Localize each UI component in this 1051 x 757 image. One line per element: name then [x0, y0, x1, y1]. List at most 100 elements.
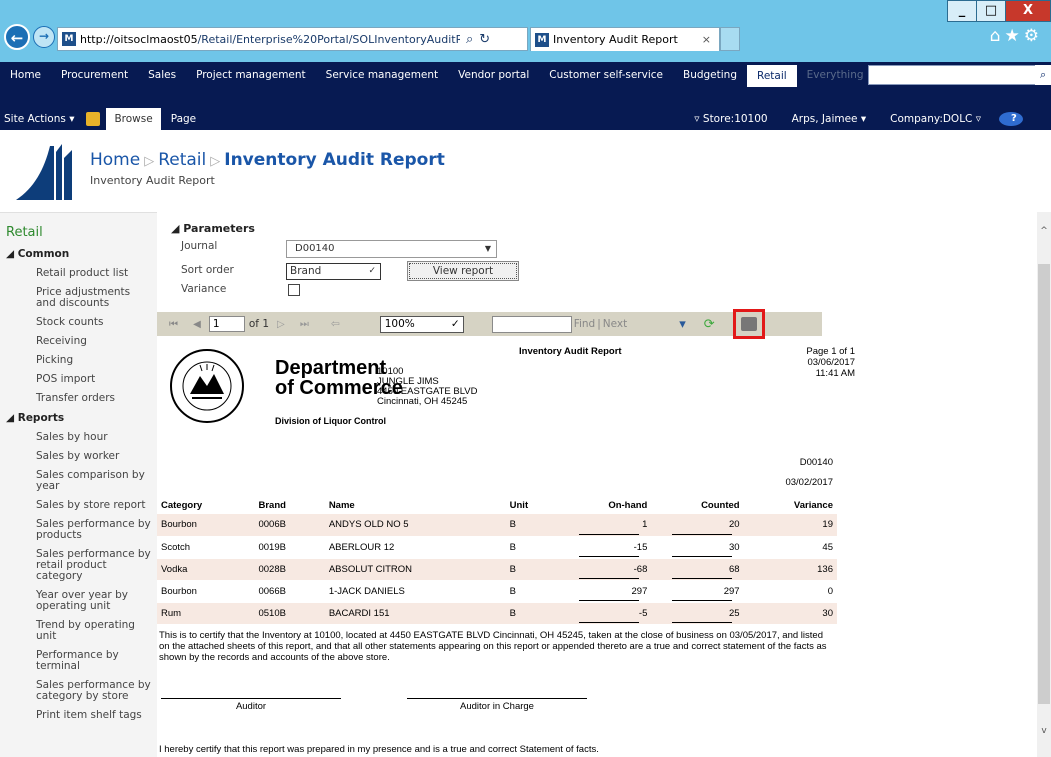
- table-body: Bourbon 0006B ANDYS OLD NO 5 B 1 20 19 Scotch 00…: [157, 514, 837, 625]
- browser-toolbar-icons[interactable]: ⌂★⚙: [990, 26, 1043, 46]
- nav-item-sales[interactable]: Sales: [138, 69, 186, 81]
- company-selector[interactable]: Company:DOLC ▿: [878, 113, 993, 125]
- variance-checkbox[interactable]: [288, 284, 300, 296]
- back-button[interactable]: ←: [4, 24, 30, 50]
- nav-item-vendor-portal[interactable]: Vendor portal: [448, 69, 539, 81]
- refresh-icon[interactable]: ⟳: [704, 317, 715, 332]
- zoom-select[interactable]: 100% ✓: [379, 315, 464, 333]
- tab-browse[interactable]: Browse: [106, 108, 161, 130]
- favorites-icon[interactable]: ★: [1005, 26, 1024, 46]
- table-cell: 1-JACK DANIELS: [324, 580, 506, 603]
- breadcrumb-home[interactable]: Home: [90, 150, 140, 170]
- store-city: Cincinnati, OH 45245: [377, 396, 468, 407]
- table-cell: 297: [651, 580, 744, 603]
- first-prev-page-icon[interactable]: ⏮ ◀: [169, 319, 207, 330]
- sidebar-item[interactable]: Price adjustments and discounts: [0, 283, 157, 313]
- store-info: 10100 JUNGLE JIMS 4450 EASTGATE BLVD Cin…: [377, 367, 478, 407]
- store-selector[interactable]: ▿ Store:10100: [682, 113, 779, 125]
- back-to-parent-icon[interactable]: ⇦: [331, 318, 340, 330]
- table-cell: B: [505, 580, 559, 603]
- chevron-down-icon[interactable]: ✓: [368, 264, 376, 279]
- nav-item-customer-self-service[interactable]: Customer self-service: [539, 69, 673, 81]
- tab-page[interactable]: Page: [161, 113, 206, 125]
- page-of: Page 1 of 1: [806, 346, 855, 357]
- sort-order-select[interactable]: Brand ✓: [286, 263, 381, 280]
- print-icon[interactable]: [740, 317, 757, 331]
- next-last-page-icon[interactable]: ▷ ⏭: [277, 319, 315, 330]
- nav-item-budgeting[interactable]: Budgeting: [673, 69, 747, 81]
- scroll-down-icon[interactable]: v: [1038, 726, 1050, 736]
- nav-item-project-management[interactable]: Project management: [186, 69, 316, 81]
- print-highlight: [732, 309, 765, 339]
- sidebar-item[interactable]: Print item shelf tags: [0, 706, 157, 725]
- nav-item-service-management[interactable]: Service management: [316, 69, 448, 81]
- find-next-link[interactable]: Next: [603, 318, 627, 330]
- table-cell: B: [505, 558, 559, 581]
- scroll-up-icon[interactable]: ^: [1038, 226, 1050, 236]
- sidebar-item[interactable]: Transfer orders: [0, 389, 157, 408]
- sidebar-item[interactable]: Sales by store report: [0, 496, 157, 515]
- sidebar-item[interactable]: Performance by terminal: [0, 646, 157, 676]
- sidebar-item[interactable]: POS import: [0, 370, 157, 389]
- breadcrumb-retail[interactable]: Retail: [158, 150, 206, 170]
- journal-dropdown[interactable]: D00140 ▼: [286, 240, 497, 258]
- journal-id: D00140: [799, 457, 833, 468]
- sidebar-item[interactable]: Trend by operating unit: [0, 616, 157, 646]
- table-cell: 1: [558, 514, 652, 537]
- new-tab-button[interactable]: [720, 27, 740, 51]
- group-common[interactable]: ◢ Common: [0, 244, 157, 264]
- table-cell: 0019B: [254, 536, 325, 559]
- chevron-down-icon[interactable]: ▼: [480, 241, 496, 257]
- nav-item-retail[interactable]: Retail: [747, 65, 797, 87]
- site-search-input[interactable]: [867, 65, 1037, 85]
- help-icon[interactable]: ?: [999, 112, 1023, 126]
- vertical-scrollbar[interactable]: ^ v: [1037, 212, 1051, 757]
- export-icon[interactable]: ▾: [679, 317, 686, 332]
- home-icon[interactable]: ⌂: [990, 26, 1005, 46]
- sidebar-item[interactable]: Retail product list: [0, 264, 157, 283]
- sidebar-item[interactable]: Sales by hour: [0, 428, 157, 447]
- find-link[interactable]: Find: [574, 318, 596, 330]
- site-actions-menu[interactable]: Site Actions ▾: [0, 113, 80, 125]
- parameters-header[interactable]: ◢ Parameters: [171, 222, 255, 235]
- find-input[interactable]: [491, 315, 572, 333]
- sidebar-item[interactable]: Stock counts: [0, 313, 157, 332]
- page-number-input[interactable]: 1: [208, 316, 245, 332]
- nav-item-home[interactable]: Home: [0, 69, 51, 81]
- scrollbar-thumb[interactable]: [1038, 264, 1050, 704]
- address-refresh-icon[interactable]: ↻: [479, 32, 490, 47]
- close-window-button[interactable]: X: [1005, 0, 1051, 22]
- quick-launch-title[interactable]: Retail: [0, 213, 157, 244]
- sidebar-item[interactable]: Sales performance by retail product cate…: [0, 545, 157, 586]
- sidebar-item[interactable]: Picking: [0, 351, 157, 370]
- page-count: of 1: [248, 318, 270, 330]
- find-separator: |: [597, 318, 601, 330]
- browser-tab[interactable]: M Inventory Audit Report ×: [530, 27, 720, 51]
- address-bar[interactable]: M http://oitsoclmaost05/Retail/Enterpris…: [57, 27, 528, 51]
- group-reports[interactable]: ◢ Reports: [0, 408, 157, 428]
- maximize-button[interactable]: □: [976, 0, 1006, 22]
- audit-table: Category Brand Name Unit On-hand Counted Varia…: [157, 496, 837, 625]
- sort-order-label: Sort order: [181, 264, 234, 276]
- minimize-button[interactable]: _: [947, 0, 977, 22]
- sidebar-item[interactable]: Year over year by operating unit: [0, 586, 157, 616]
- sidebar-item[interactable]: Sales by worker: [0, 447, 157, 466]
- address-search-icon[interactable]: ⌕: [466, 32, 473, 47]
- tab-close-icon[interactable]: ×: [702, 33, 711, 46]
- sidebar-item[interactable]: Receiving: [0, 332, 157, 351]
- nav-item-procurement[interactable]: Procurement: [51, 69, 138, 81]
- table-cell: 0510B: [254, 602, 325, 625]
- table-cell: Rum: [157, 602, 255, 625]
- chevron-down-icon[interactable]: ✓: [451, 317, 460, 332]
- settings-gear-icon[interactable]: ⚙: [1024, 26, 1043, 46]
- edit-page-icon[interactable]: [86, 112, 101, 126]
- sidebar-item[interactable]: Sales comparison by year: [0, 466, 157, 496]
- search-scope-label[interactable]: Everything: [807, 69, 864, 81]
- auditor-in-charge-signature-line: Auditor in Charge: [407, 698, 587, 712]
- sidebar-item[interactable]: Sales performance by products: [0, 515, 157, 545]
- view-report-button[interactable]: View report: [407, 261, 519, 281]
- sidebar-item[interactable]: Sales performance by category by store: [0, 676, 157, 706]
- user-menu[interactable]: Arps, Jaimee ▾: [780, 113, 879, 125]
- site-search-icon[interactable]: ⌕: [1035, 65, 1051, 85]
- forward-button[interactable]: →: [33, 26, 55, 48]
